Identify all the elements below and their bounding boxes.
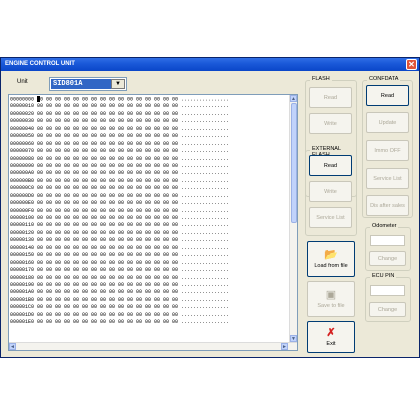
external-flash-write-button[interactable]: Write	[309, 181, 352, 202]
hex-line[interactable]: 00000050 00 00 00 00 00 00 00 00 00 00 0…	[10, 133, 290, 140]
ecu-window: ENGINE CONTROL UNIT ✕ Unit SID801A ▼ 000…	[0, 57, 420, 358]
ecu-pin-field[interactable]	[370, 285, 405, 296]
hex-line-address: 00000000	[10, 96, 38, 103]
unit-selected-value: SID801A	[51, 79, 111, 89]
confdata-service-list-button[interactable]: Service List	[366, 168, 409, 189]
ecu-pin-change-button[interactable]: Change	[369, 302, 406, 317]
hex-line[interactable]: 000000B0 00 00 00 00 00 00 00 00 00 00 0…	[10, 178, 290, 185]
hex-line[interactable]: 00000120 00 00 00 00 00 00 00 00 00 00 0…	[10, 230, 290, 237]
window-title: ENGINE CONTROL UNIT	[5, 61, 75, 67]
hex-line[interactable]: 00000030 00 00 00 00 00 00 00 00 00 00 0…	[10, 118, 290, 125]
immo-off-button[interactable]: Immo OFF	[366, 140, 409, 161]
external-flash-service-list-button[interactable]: Service List	[309, 207, 352, 228]
hex-line[interactable]: 00000070 00 00 00 00 00 00 00 00 00 00 0…	[10, 148, 290, 155]
save-to-file-button[interactable]: ▣ Save to file	[307, 281, 355, 317]
hex-line[interactable]: 00000140 00 00 00 00 00 00 00 00 00 00 0…	[10, 245, 290, 252]
odometer-title: Odometer	[370, 223, 399, 229]
hex-line-bytes: 0 00 00 00 00 00 00 00 00 00 00 00 00 00…	[40, 96, 230, 103]
horizontal-scrollbar[interactable]: ◄ ►	[9, 342, 297, 350]
flash-read-button[interactable]: Read	[309, 87, 352, 108]
load-from-file-label: Load from file	[314, 263, 348, 269]
hex-line[interactable]: 00000000 0 00 00 00 00 00 00 00 00 00 00…	[10, 96, 290, 103]
odometer-change-button[interactable]: Change	[369, 251, 406, 266]
hex-line[interactable]: 00000110 00 00 00 00 00 00 00 00 00 00 0…	[10, 222, 290, 229]
hex-line[interactable]: 000001D0 00 00 00 00 00 00 00 00 00 00 0…	[10, 312, 290, 319]
hex-line[interactable]: 000001C0 00 00 00 00 00 00 00 00 00 00 0…	[10, 304, 290, 311]
scroll-up-arrow-icon[interactable]: ▲	[290, 95, 297, 102]
exit-label: Exit	[326, 341, 336, 347]
hex-line[interactable]: 00000020 00 00 00 00 00 00 00 00 00 00 0…	[10, 111, 290, 118]
hex-line[interactable]: 000001A0 00 00 00 00 00 00 00 00 00 00 0…	[10, 289, 290, 296]
close-icon[interactable]: ✕	[406, 59, 417, 70]
hex-line[interactable]: 000000A0 00 00 00 00 00 00 00 00 00 00 0…	[10, 170, 290, 177]
flash-write-button[interactable]: Write	[309, 113, 352, 134]
hex-line[interactable]: 00000170 00 00 00 00 00 00 00 00 00 00 0…	[10, 267, 290, 274]
hex-dump[interactable]: 00000000 0 00 00 00 00 00 00 00 00 00 00…	[10, 96, 290, 341]
hex-line[interactable]: 00000060 00 00 00 00 00 00 00 00 00 00 0…	[10, 141, 290, 148]
confdata-title: CONFDATA	[367, 76, 401, 82]
hex-line[interactable]: 00000090 00 00 00 00 00 00 00 00 00 00 0…	[10, 163, 290, 170]
hex-line[interactable]: 00000160 00 00 00 00 00 00 00 00 00 00 0…	[10, 260, 290, 267]
hex-line[interactable]: 00000180 00 00 00 00 00 00 00 00 00 00 0…	[10, 275, 290, 282]
confdata-read-button[interactable]: Read	[366, 85, 409, 106]
scroll-down-arrow-icon[interactable]: ▼	[290, 335, 297, 342]
exit-x-icon: ✗	[326, 327, 336, 339]
exit-button[interactable]: ✗ Exit	[307, 321, 355, 353]
external-flash-read-button[interactable]: Read	[309, 155, 352, 176]
hex-line[interactable]: 00000130 00 00 00 00 00 00 00 00 00 00 0…	[10, 237, 290, 244]
hex-line[interactable]: 000000E0 00 00 00 00 00 00 00 00 00 00 0…	[10, 200, 290, 207]
hex-line[interactable]: 000000C0 00 00 00 00 00 00 00 00 00 00 0…	[10, 185, 290, 192]
scroll-left-arrow-icon[interactable]: ◄	[9, 343, 16, 350]
hex-line[interactable]: 00000190 00 00 00 00 00 00 00 00 00 00 0…	[10, 282, 290, 289]
hex-line[interactable]: 000000F0 00 00 00 00 00 00 00 00 00 00 0…	[10, 208, 290, 215]
hex-line[interactable]: 000001B0 00 00 00 00 00 00 00 00 00 00 0…	[10, 297, 290, 304]
vertical-scroll-thumb[interactable]	[291, 103, 297, 223]
hex-line[interactable]: 00000150 00 00 00 00 00 00 00 00 00 00 0…	[10, 252, 290, 259]
hex-line[interactable]: 00000040 00 00 00 00 00 00 00 00 00 00 0…	[10, 126, 290, 133]
hex-line[interactable]: 00000010 00 00 00 00 00 00 00 00 00 00 0…	[10, 103, 290, 110]
open-folder-icon: 📂	[324, 249, 338, 261]
save-to-file-label: Save to file	[317, 303, 345, 309]
hex-line[interactable]: 00000080 00 00 00 00 00 00 00 00 00 00 0…	[10, 156, 290, 163]
vertical-scrollbar[interactable]: ▲ ▼	[289, 95, 297, 342]
dis-after-sales-button[interactable]: Dis after sales	[366, 195, 409, 216]
confdata-update-button[interactable]: Update	[366, 112, 409, 133]
odometer-field[interactable]	[370, 235, 405, 246]
scroll-right-arrow-icon[interactable]: ►	[281, 343, 288, 350]
chevron-down-icon[interactable]: ▼	[111, 79, 125, 89]
title-bar: ENGINE CONTROL UNIT ✕	[1, 58, 419, 71]
hex-editor[interactable]: 00000000 0 00 00 00 00 00 00 00 00 00 00…	[8, 94, 298, 351]
floppy-disk-icon: ▣	[325, 289, 337, 301]
load-from-file-button[interactable]: 📂 Load from file	[307, 241, 355, 277]
ecu-pin-title: ECU PIN	[370, 273, 397, 279]
hex-line[interactable]: 00000100 00 00 00 00 00 00 00 00 00 00 0…	[10, 215, 290, 222]
hex-line[interactable]: 000001E0 00 00 00 00 00 00 00 00 00 00 0…	[10, 319, 290, 326]
flash-title: FLASH	[310, 76, 332, 82]
unit-dropdown[interactable]: SID801A ▼	[49, 77, 127, 91]
hex-line[interactable]: 000000D0 00 00 00 00 00 00 00 00 00 00 0…	[10, 193, 290, 200]
unit-label: Unit	[17, 79, 28, 85]
